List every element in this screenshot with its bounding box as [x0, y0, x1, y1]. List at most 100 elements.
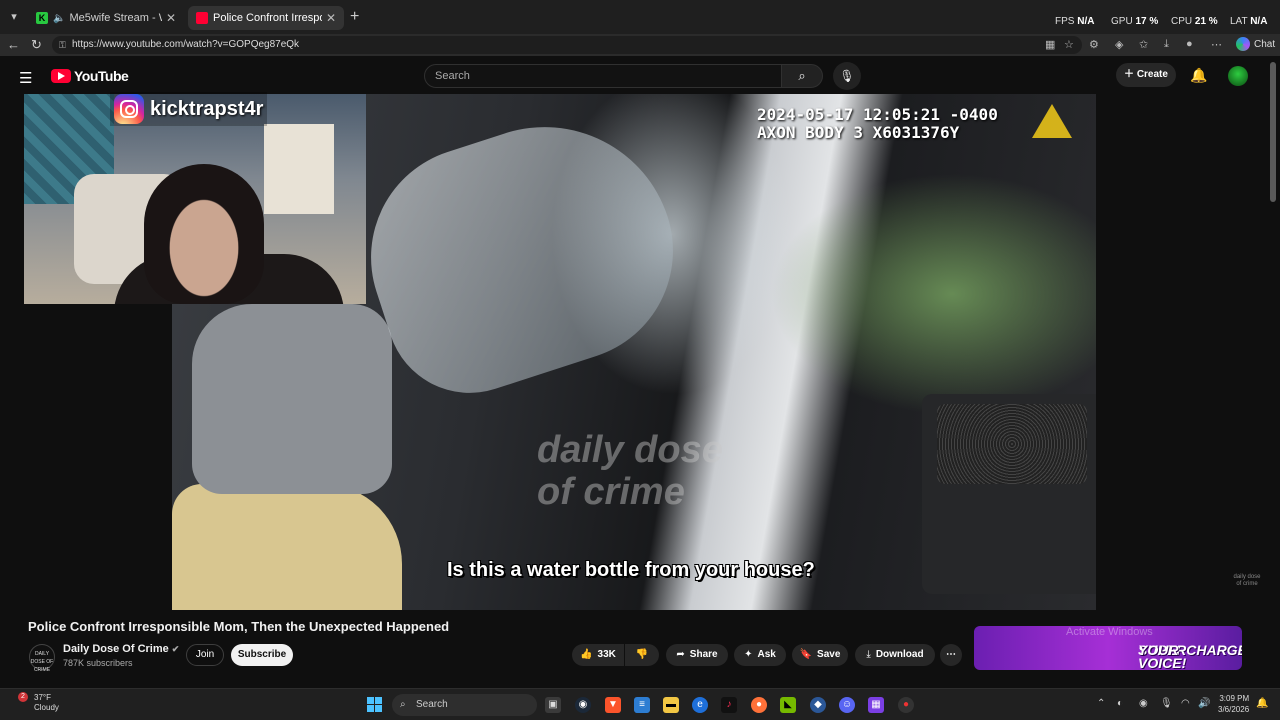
- app-icon[interactable]: ◆: [810, 697, 826, 713]
- share-label: Share: [689, 649, 718, 660]
- create-button[interactable]: ＋ Create: [1116, 63, 1176, 87]
- kick-favicon-icon: K: [36, 12, 48, 24]
- search-button[interactable]: ⌕: [781, 64, 823, 88]
- axon-logo-icon: [1032, 104, 1072, 138]
- media-icon[interactable]: ◈: [1115, 38, 1123, 51]
- app-grid-icon[interactable]: ▦: [1045, 38, 1055, 51]
- clock-date: 3/6/2026: [1218, 705, 1250, 714]
- page-scrollbar[interactable]: [1270, 62, 1276, 202]
- share-arrow-icon: ➦: [676, 649, 685, 660]
- microphone-icon: 🎙: [839, 69, 855, 83]
- search-input[interactable]: Search: [424, 64, 782, 88]
- tab-youtube[interactable]: Police Confront Irresponsible Mom ✕: [188, 6, 344, 30]
- site-info-icon[interactable]: ⚿: [59, 36, 66, 54]
- weather-temp: 37°F: [34, 693, 51, 702]
- back-arrow-icon[interactable]: ←: [7, 37, 20, 52]
- obs-grid-icon[interactable]: ▦: [868, 697, 884, 713]
- thumbs-up-icon: 👍: [580, 649, 593, 660]
- video-caption: Is this a water bottle from your house?: [447, 559, 815, 581]
- share-button[interactable]: ➦ Share: [666, 644, 728, 666]
- save-label: Save: [817, 649, 841, 660]
- favorite-star-icon[interactable]: ☆: [1064, 38, 1074, 51]
- notifications-bell-icon[interactable]: 🔔: [1190, 67, 1207, 84]
- extension-icon[interactable]: ⚙: [1089, 38, 1099, 51]
- tray-mic-icon[interactable]: 🎙: [1160, 698, 1173, 709]
- dislike-button[interactable]: 👎: [625, 644, 659, 666]
- reload-icon[interactable]: ↻: [31, 37, 42, 53]
- brave-icon[interactable]: ▼: [605, 697, 621, 713]
- tray-app-icon[interactable]: ◐: [1117, 698, 1123, 709]
- more-actions-button[interactable]: ⋯: [940, 644, 962, 666]
- copilot-icon: [1236, 37, 1250, 51]
- windows-start-icon[interactable]: [367, 697, 382, 712]
- weather-desc: Cloudy: [34, 703, 59, 712]
- download-label: Download: [875, 649, 924, 660]
- firefox-icon[interactable]: ●: [751, 697, 767, 713]
- timestamp-line: 2024-05-17 12:05:21 -0400: [757, 105, 998, 124]
- tray-steam-icon[interactable]: ◉: [1139, 698, 1148, 709]
- url-field[interactable]: ⚿ https://www.youtube.com/watch?v=GOPQeg…: [52, 36, 1082, 54]
- more-menu-icon[interactable]: ⋯: [1211, 38, 1222, 51]
- channel-name-text: Daily Dose Of Crime: [63, 643, 169, 655]
- new-tab-plus-icon[interactable]: +: [350, 8, 359, 26]
- edge-icon[interactable]: e: [692, 697, 708, 713]
- youtube-logo[interactable]: YouTube: [51, 68, 129, 84]
- speaker-icon[interactable]: 🔈: [53, 13, 65, 24]
- tiktok-icon[interactable]: ♪: [721, 697, 737, 713]
- notifications-icon[interactable]: 🔔: [1256, 698, 1268, 709]
- like-count: 33K: [597, 649, 616, 660]
- channel-name[interactable]: Daily Dose Of Crime ✔: [63, 643, 179, 655]
- hamburger-menu-icon[interactable]: ☰: [19, 69, 32, 87]
- ask-button[interactable]: ✦ Ask: [734, 644, 786, 666]
- more-dots-icon: ⋯: [946, 649, 956, 660]
- chat-label: Chat: [1254, 38, 1276, 50]
- camera-id-line: AXON BODY 3 X6031376Y: [757, 123, 960, 142]
- steam-icon[interactable]: ◉: [575, 697, 591, 713]
- subscribe-button[interactable]: Subscribe: [231, 644, 293, 666]
- task-view-icon[interactable]: ▣: [545, 697, 561, 713]
- nvidia-icon[interactable]: ◣: [780, 697, 796, 713]
- taskbar-search[interactable]: ⌕ Search: [392, 694, 537, 716]
- webcam-scene-poster: [264, 124, 334, 214]
- notepad-icon[interactable]: ≡: [634, 697, 650, 713]
- tab-title: Me5wife Stream - Watch Live: [69, 12, 161, 24]
- lat-readout: LAT N/A: [1230, 16, 1268, 27]
- video-scene-shorts: [172, 484, 402, 610]
- recording-app-icon[interactable]: ●: [898, 697, 914, 713]
- favorites-icon[interactable]: ✩: [1139, 38, 1148, 51]
- profile-avatar-icon[interactable]: ●: [1186, 38, 1193, 50]
- channel-avatar[interactable]: DAILY DOSE OF CRIME: [29, 644, 55, 673]
- search-icon: ⌕: [798, 68, 806, 83]
- search-icon: ⌕: [400, 699, 406, 710]
- wifi-icon[interactable]: ◠: [1181, 698, 1190, 709]
- tray-chevron-icon[interactable]: ⌃: [1097, 698, 1105, 709]
- file-explorer-icon[interactable]: ▬: [663, 697, 679, 713]
- youtube-favicon-icon: [196, 12, 208, 24]
- instagram-handle: kicktrapst4r: [150, 97, 264, 120]
- discord-icon[interactable]: ☺: [839, 697, 855, 713]
- tab-stream[interactable]: K 🔈 Me5wife Stream - Watch Live ✕: [28, 6, 184, 30]
- voice-search-button[interactable]: 🎙: [833, 62, 861, 90]
- video-scene-water-bottle: [342, 94, 702, 415]
- tab-list-chevron-icon[interactable]: ▾: [6, 10, 22, 26]
- volume-icon[interactable]: 🔊: [1198, 698, 1210, 709]
- bookmark-icon: 🔖: [799, 649, 813, 660]
- instagram-icon: [114, 94, 144, 124]
- download-icon: ⤓: [866, 649, 871, 660]
- system-clock[interactable]: 3:09 PM 3/6/2026: [1218, 693, 1249, 715]
- video-title: Police Confront Irresponsible Mom, Then …: [28, 619, 450, 634]
- weather-widget[interactable]: 2 37°F Cloudy: [18, 692, 59, 713]
- copilot-chat-button[interactable]: Chat: [1236, 37, 1275, 51]
- instagram-handle-badge: kicktrapst4r: [110, 92, 268, 126]
- account-avatar[interactable]: [1228, 66, 1248, 86]
- webcam-scene-head: [144, 164, 264, 304]
- like-button[interactable]: 👍 33K: [572, 644, 624, 666]
- notification-badge: 2: [18, 692, 28, 702]
- join-button[interactable]: Join: [186, 644, 224, 666]
- close-tab-icon[interactable]: ✕: [166, 11, 176, 25]
- download-button[interactable]: ⤓ Download: [855, 644, 935, 666]
- save-button[interactable]: 🔖 Save: [792, 644, 848, 666]
- downloads-icon[interactable]: ⤓: [1164, 38, 1169, 51]
- close-tab-icon[interactable]: ✕: [326, 11, 336, 25]
- taskbar-search-label: Search: [416, 699, 448, 710]
